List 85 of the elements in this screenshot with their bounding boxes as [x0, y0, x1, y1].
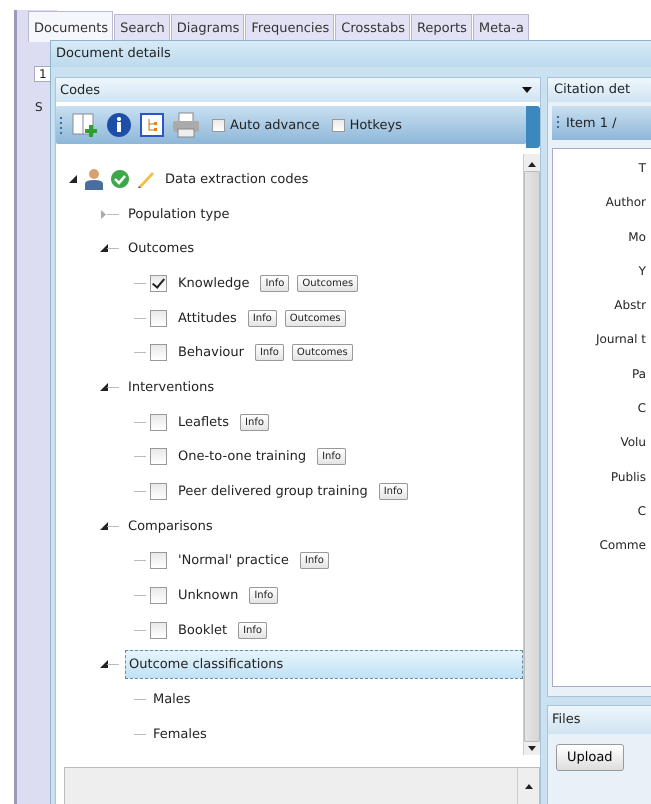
pencil-icon: [136, 169, 156, 190]
code-info-button[interactable]: Info: [240, 414, 269, 431]
code-info-button[interactable]: Outcomes: [284, 310, 346, 327]
code-info-button[interactable]: Info: [254, 344, 284, 362]
dialog-title: Document details: [51, 41, 651, 67]
tree-item[interactable]: Knowledge: [175, 274, 252, 293]
field-label: Mo: [628, 230, 646, 244]
code-info-button[interactable]: Info: [378, 483, 408, 500]
tab[interactable]: Reports: [410, 14, 472, 42]
tree-item[interactable]: Unknown: [175, 586, 242, 606]
auto-advance-checkbox[interactable]: Auto advance: [212, 118, 320, 132]
tree-item[interactable]: Attitudes: [175, 308, 240, 328]
field-label: C: [638, 504, 646, 518]
panel-title: Citation det: [548, 78, 651, 102]
field-label: Comme: [600, 538, 646, 552]
panel-title: Codes: [60, 82, 100, 98]
expander-icon[interactable]: [100, 382, 109, 392]
tree-item[interactable]: 'Normal' practice: [175, 551, 292, 570]
field-label: Journal t: [596, 332, 646, 346]
field-label: Pa: [632, 366, 646, 381]
tree-item[interactable]: Population type: [125, 204, 232, 224]
tab[interactable]: Documents: [28, 11, 114, 42]
tab[interactable]: Diagrams: [170, 14, 244, 42]
code-checkbox[interactable]: [150, 483, 167, 500]
grip-icon: [557, 115, 560, 131]
tree-item[interactable]: Males: [150, 690, 194, 710]
person-icon: [84, 168, 104, 190]
field-label: C: [638, 401, 646, 416]
hotkeys-checkbox[interactable]: Hotkeys: [332, 118, 402, 132]
expander-icon[interactable]: [69, 174, 78, 184]
field-label: Abstr: [614, 298, 646, 312]
code-info-button[interactable]: Outcomes: [297, 274, 358, 292]
tree-item[interactable]: Outcomes: [125, 239, 198, 258]
tab[interactable]: Search: [114, 14, 170, 42]
tab[interactable]: Crosstabs: [335, 14, 410, 42]
background-header: S: [35, 100, 43, 114]
code-info-button[interactable]: Info: [300, 552, 329, 570]
code-info-button[interactable]: Info: [260, 274, 290, 292]
tree-item[interactable]: Females: [150, 724, 210, 744]
code-info-button[interactable]: Info: [238, 622, 267, 639]
check-circle-icon: [110, 169, 130, 190]
upload-button[interactable]: Upload: [556, 744, 624, 771]
expander-icon[interactable]: [100, 660, 109, 670]
code-info-button[interactable]: Info: [249, 587, 278, 604]
tree-item[interactable]: Outcome classifications: [125, 650, 523, 680]
info-icon[interactable]: [106, 112, 132, 138]
code-info-button[interactable]: Info: [317, 448, 346, 466]
code-checkbox[interactable]: [150, 622, 167, 639]
field-label: Y: [638, 264, 646, 278]
code-checkbox[interactable]: [150, 274, 167, 292]
code-checkbox[interactable]: [150, 310, 167, 327]
tree-item[interactable]: Leaflets: [175, 412, 232, 432]
expander-icon[interactable]: [100, 522, 109, 531]
panel-title: Files: [548, 706, 651, 734]
field-label: Volu: [620, 435, 646, 450]
code-checkbox[interactable]: [150, 414, 167, 431]
tab[interactable]: Frequencies: [245, 14, 334, 42]
add-code-icon[interactable]: [72, 112, 98, 138]
field-label: Publis: [610, 470, 646, 484]
scroll-up-icon[interactable]: [524, 784, 532, 789]
notes-field[interactable]: [64, 767, 540, 804]
print-icon[interactable]: [172, 112, 200, 138]
scroll-up-icon[interactable]: [528, 162, 536, 167]
scroll-down-icon[interactable]: [528, 746, 536, 751]
code-checkbox[interactable]: [150, 587, 167, 604]
tree-item[interactable]: Behaviour: [175, 343, 247, 362]
field-label: Author: [606, 195, 646, 210]
tree-view-icon[interactable]: [140, 113, 164, 137]
tree-item[interactable]: Peer delivered group training: [175, 482, 371, 502]
tree-item[interactable]: One-to-one training: [175, 447, 310, 466]
tree-item[interactable]: Booklet: [175, 620, 230, 640]
code-info-button[interactable]: Outcomes: [292, 344, 353, 362]
expander-icon[interactable]: [100, 244, 109, 254]
code-checkbox[interactable]: [150, 344, 167, 362]
item-counter: Item 1 /: [566, 116, 617, 130]
code-checkbox[interactable]: [150, 448, 167, 466]
tree-item[interactable]: Data extraction codes: [162, 170, 312, 189]
tree-item[interactable]: Comparisons: [125, 516, 216, 536]
code-info-button[interactable]: Info: [248, 310, 277, 327]
dropdown-icon[interactable]: [522, 87, 532, 93]
tab[interactable]: Meta-a: [472, 14, 529, 42]
grip-icon: [60, 116, 64, 134]
tree-item[interactable]: Interventions: [125, 378, 218, 397]
code-checkbox[interactable]: [150, 552, 167, 570]
field-label: T: [638, 161, 646, 175]
